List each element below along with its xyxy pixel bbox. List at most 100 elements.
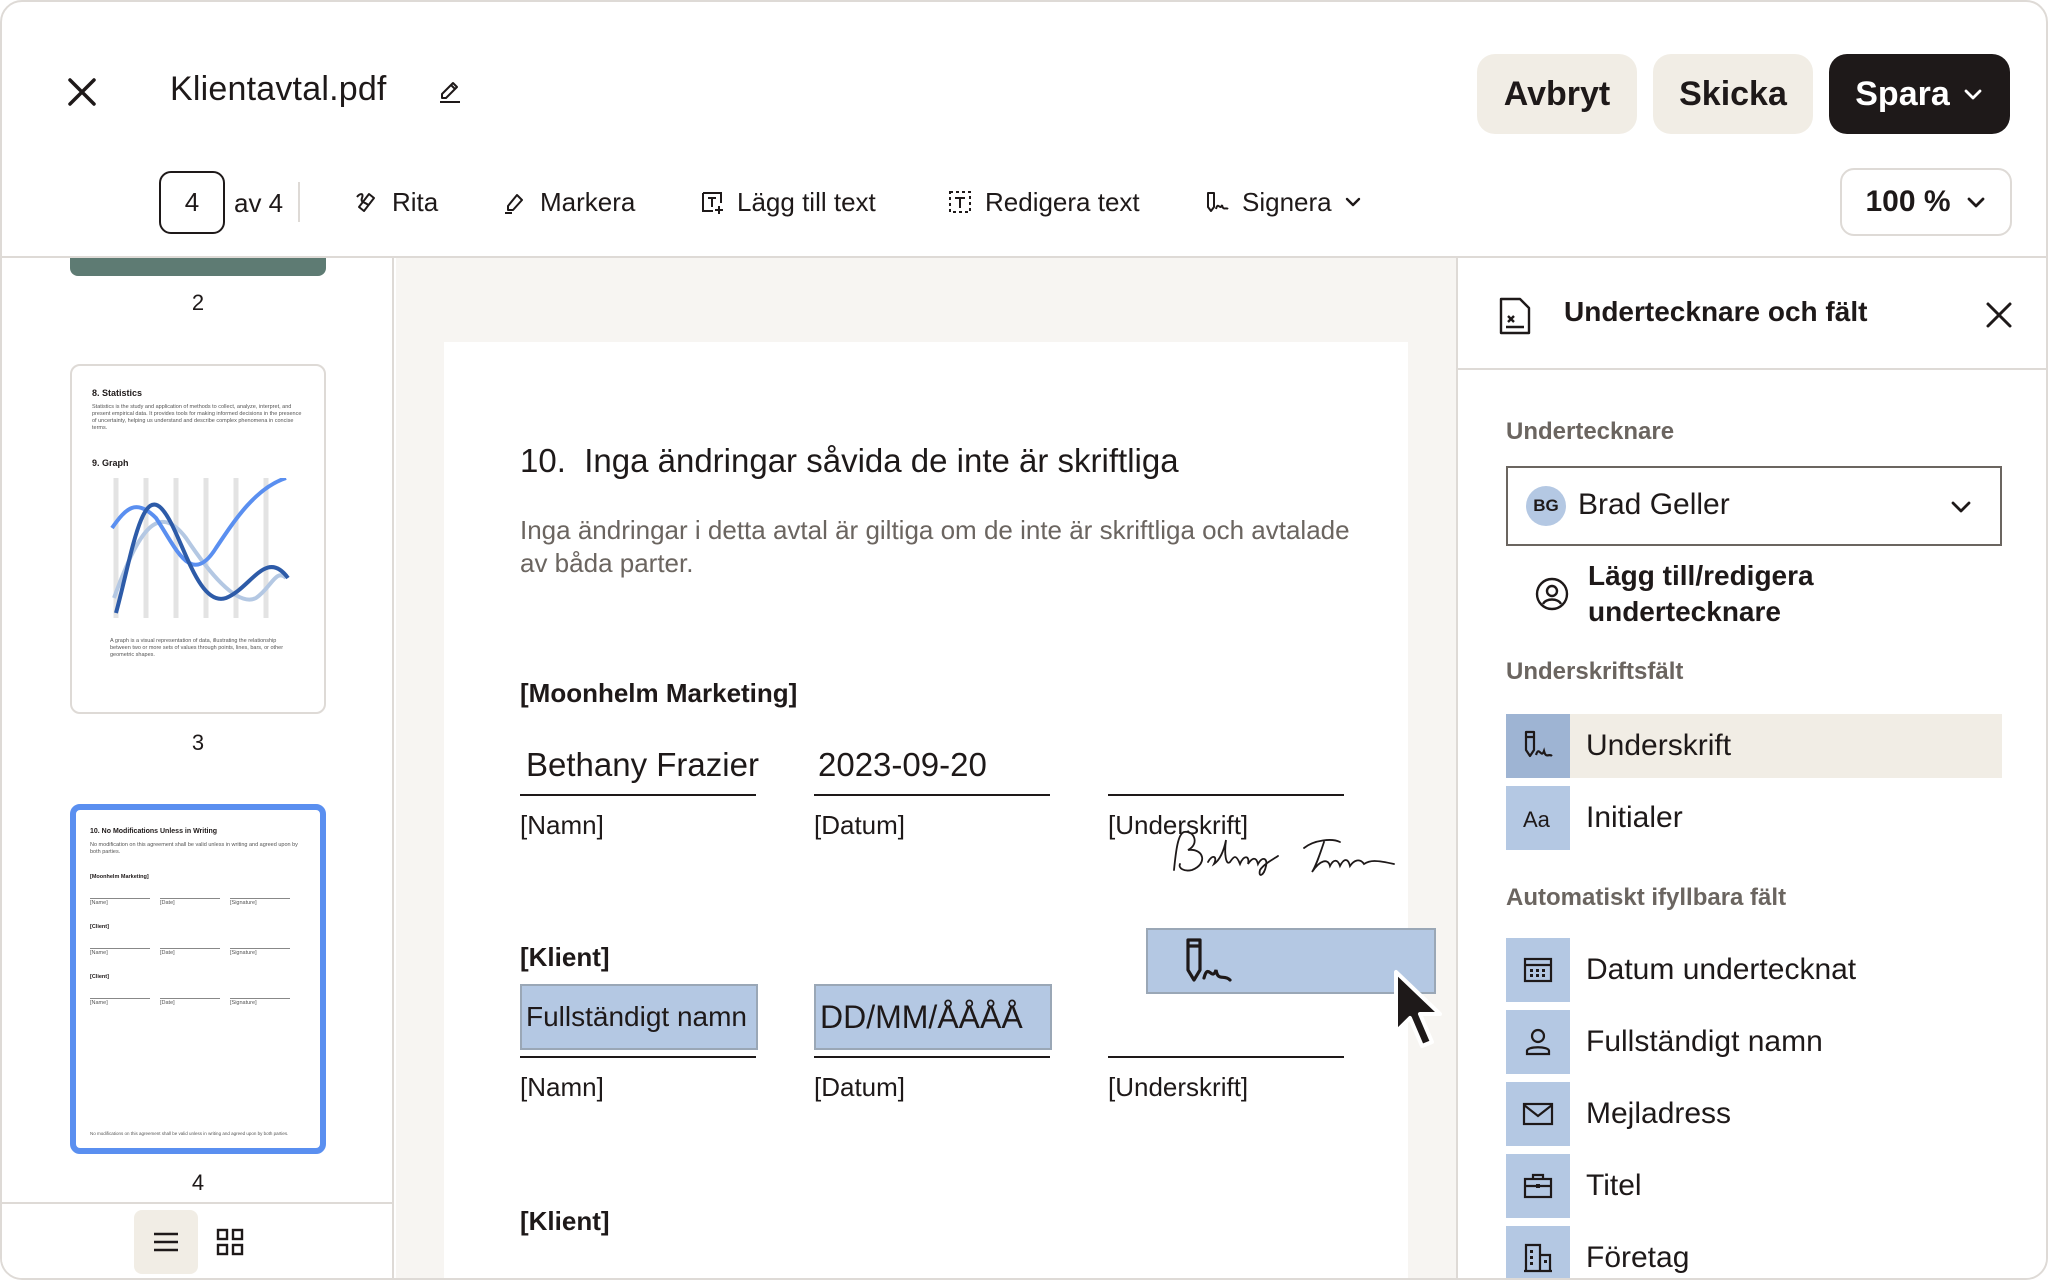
field-email[interactable]: Mejladress	[1506, 1082, 2002, 1146]
page-count: av 4	[234, 188, 284, 218]
draw-tool[interactable]: Rita	[354, 182, 438, 222]
list-icon	[154, 1232, 178, 1252]
document-canvas: 10. Inga ändringar såvida de inte är skr…	[396, 258, 1456, 1278]
thumbnail-page-3[interactable]: 8. Statistics Statistics is the study an…	[70, 364, 326, 714]
draw-icon	[356, 193, 375, 212]
section-title-text: Inga ändringar såvida de inte är skriftl…	[584, 442, 1179, 479]
building-icon	[1506, 1226, 1570, 1278]
add-text-tool[interactable]: Lägg till text	[699, 182, 876, 222]
send-button[interactable]: Skicka	[1653, 54, 1813, 134]
mini-text: A graph is a visual representation of da…	[110, 638, 284, 658]
panel-title: Undertecknare och fält	[1564, 296, 1868, 327]
mini-text: No modification on this agreement shall …	[90, 842, 298, 855]
briefcase-icon	[1506, 1154, 1570, 1218]
signature-icon	[1506, 714, 1570, 778]
field-initials[interactable]: Aa Initialer	[1506, 786, 2002, 850]
highlight-icon	[505, 194, 523, 214]
field-company[interactable]: Företag	[1506, 1226, 2002, 1278]
mini-label: [Date]	[160, 1000, 175, 1006]
document-title: Klientavtal.pdf	[170, 70, 387, 108]
save-button[interactable]: Spara	[1829, 54, 2010, 134]
add-signer-label: Lägg till/redigera undertecknare	[1588, 560, 1814, 627]
field-full-name[interactable]: Fullständigt namn	[1506, 1010, 2002, 1074]
date-line	[814, 1056, 1050, 1058]
close-icon[interactable]	[1982, 298, 2016, 332]
field-label: Datum undertecknat	[1586, 953, 1857, 986]
thumbnail-page-4[interactable]: 10. No Modifications Unless in Writing N…	[70, 804, 326, 1154]
mini-label: [Signature]	[230, 1000, 257, 1006]
field-label: Företag	[1586, 1241, 1690, 1274]
signature-fields-heading: Underskriftsfält	[1506, 658, 1684, 685]
highlight-tool[interactable]: Markera	[502, 182, 635, 222]
mouse-cursor-icon	[1394, 970, 1442, 1048]
field-label: Mejladress	[1586, 1097, 1732, 1130]
signers-fields-panel: Undertecknare och fält Undertecknare BG …	[1456, 258, 2046, 1278]
draw-tool-label: Rita	[392, 186, 439, 217]
thumbnail-page-2[interactable]	[70, 258, 326, 276]
chevron-down-icon	[1951, 501, 1971, 513]
edit-text-tool[interactable]: Redigera text	[947, 182, 1140, 222]
svg-text:Aa: Aa	[1523, 807, 1551, 832]
add-text-icon	[702, 192, 723, 214]
mini-text: Statistics is the study and application …	[92, 404, 302, 431]
cancel-button[interactable]: Avbryt	[1477, 54, 1637, 134]
initials-icon: Aa	[1506, 786, 1570, 850]
party-label-1: [Moonhelm Marketing]	[520, 678, 798, 708]
date-value: 2023-09-20	[818, 746, 987, 783]
add-edit-signers-button[interactable]: Lägg till/redigera undertecknare	[1534, 558, 1888, 630]
close-icon[interactable]	[64, 74, 100, 110]
chevron-down-icon	[1964, 89, 1982, 100]
section-number: 10.	[520, 442, 566, 479]
chevron-down-icon	[1967, 197, 1984, 208]
field-label: Fullständigt namn	[1586, 1025, 1823, 1058]
person-icon	[1506, 1010, 1570, 1074]
edit-text-tool-label: Redigera text	[985, 186, 1140, 217]
signature-line	[1108, 794, 1344, 796]
page-number-input[interactable]: 4	[159, 171, 225, 234]
panel-divider	[1458, 368, 2046, 370]
signature-line	[1108, 1056, 1344, 1058]
name-label: [Namn]	[520, 810, 604, 840]
mini-heading: 10. No Modifications Unless in Writing	[90, 828, 218, 835]
mail-icon	[1506, 1082, 1570, 1146]
signer-name: Brad Geller	[1578, 488, 1730, 521]
mini-heading: 8. Statistics	[92, 388, 143, 398]
field-date-signed[interactable]: Datum undertecknat	[1506, 938, 2002, 1002]
sign-tool-label: Signera	[1242, 186, 1332, 217]
avatar: BG	[1526, 486, 1566, 526]
field-label: Underskrift	[1586, 729, 1732, 762]
mini-label: [Name]	[90, 900, 108, 906]
field-signature[interactable]: Underskrift	[1506, 714, 2002, 778]
mini-label: [Name]	[90, 1000, 108, 1006]
signature-icon	[1186, 938, 1232, 982]
mini-party: [Client]	[90, 974, 109, 980]
mini-label: [Name]	[90, 950, 108, 956]
field-title[interactable]: Titel	[1506, 1154, 2002, 1218]
section-body: Inga ändringar i detta avtal är giltiga …	[520, 515, 1350, 578]
thumbnail-number: 3	[191, 730, 205, 755]
grid-icon	[216, 1228, 244, 1256]
chevron-down-icon	[1345, 197, 1360, 207]
mini-label: [Date]	[160, 950, 175, 956]
date-line	[814, 794, 1050, 796]
sign-tool[interactable]: Signera	[1204, 182, 1362, 222]
calendar-icon	[1506, 938, 1570, 1002]
document-signature-icon	[1499, 297, 1531, 335]
sign-icon	[1207, 192, 1229, 212]
pencil-icon[interactable]	[438, 80, 462, 104]
mini-footer: No modifications on this agreement shall…	[90, 1131, 289, 1136]
mini-party: [Client]	[90, 924, 109, 930]
signer-dropdown[interactable]: BG Brad Geller	[1506, 466, 2002, 546]
signature-label: [Underskrift]	[1108, 810, 1249, 840]
grid-view-button[interactable]	[198, 1210, 262, 1274]
date-field[interactable]: DD/MM/ÅÅÅÅ	[814, 984, 1052, 1050]
add-text-tool-label: Lägg till text	[737, 186, 876, 217]
section-title: 10. Inga ändringar såvida de inte är skr…	[520, 442, 1179, 480]
zoom-select[interactable]: 100 %	[1840, 168, 2012, 236]
thumbnail-number: 2	[191, 290, 205, 315]
full-name-field[interactable]: Fullständigt namn	[520, 984, 758, 1050]
party-label-2: [Klient]	[520, 942, 610, 972]
list-view-button[interactable]	[134, 1210, 198, 1274]
signers-heading: Undertecknare	[1506, 418, 1675, 445]
zoom-value: 100 %	[1865, 185, 1951, 218]
